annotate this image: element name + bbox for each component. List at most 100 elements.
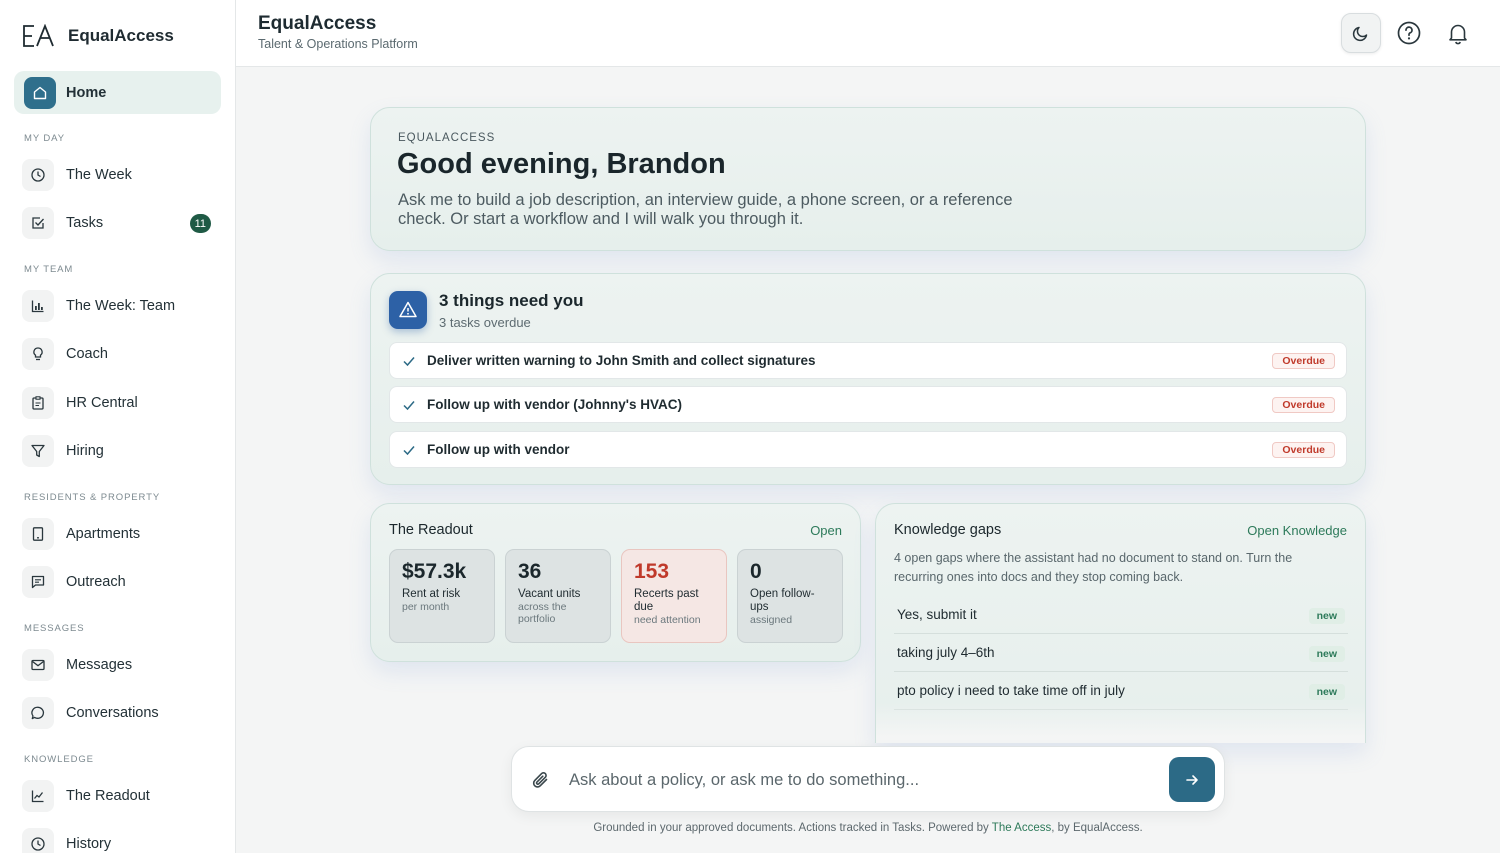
- gap-label: taking july 4–6th: [897, 645, 995, 660]
- sidebar: EqualAccess Home My Day The Week Tasks 1…: [0, 0, 236, 853]
- arrow-right-icon: [1186, 774, 1198, 785]
- check-icon: [403, 356, 415, 366]
- task-row[interactable]: Follow up with vendor (Johnny's HVAC) Ov…: [389, 386, 1347, 423]
- stat-label: Vacant units: [518, 588, 581, 600]
- sidebar-item-outreach[interactable]: Outreach: [22, 564, 217, 600]
- stat-tile-recerts-past-due[interactable]: 153 Recerts past due need attention: [621, 549, 727, 643]
- readout-title: The Readout: [389, 522, 473, 538]
- sidebar-item-hiring[interactable]: Hiring: [22, 433, 217, 469]
- sidebar-item-label: History: [66, 836, 112, 852]
- stat-tile-rent-at-risk[interactable]: $57.3k Rent at risk per month: [389, 549, 495, 643]
- readout-card: The Readout Open $57.3k Rent at risk per…: [370, 503, 861, 662]
- sidebar-item-conversations[interactable]: Conversations: [22, 695, 217, 731]
- help-button[interactable]: [1389, 13, 1429, 53]
- sidebar-item-label: Coach: [66, 346, 108, 362]
- gap-label: pto policy i need to take time off in ju…: [897, 683, 1125, 698]
- stat-value: $57.3k: [402, 560, 467, 583]
- sidebar-item-label: Apartments: [66, 526, 141, 542]
- welcome-description: Ask me to build a job description, an in…: [398, 191, 1013, 228]
- task-row[interactable]: Deliver written warning to John Smith an…: [389, 342, 1347, 379]
- ea-logo-icon: [23, 24, 54, 47]
- stat-sublabel: need attention: [634, 614, 701, 626]
- checkbox-icon: [22, 207, 54, 239]
- theme-toggle-button[interactable]: [1341, 13, 1381, 53]
- filter-icon: [22, 435, 54, 467]
- readout-open-link[interactable]: Open: [810, 523, 842, 538]
- lightbulb-icon: [22, 338, 54, 370]
- bell-icon: [1449, 24, 1467, 45]
- home-icon: [24, 76, 56, 109]
- knowledge-title: Knowledge gaps: [894, 522, 1002, 538]
- sidebar-item-home[interactable]: Home: [14, 71, 221, 114]
- moon-icon: [1352, 26, 1368, 42]
- task-label: Deliver written warning to John Smith an…: [427, 353, 816, 368]
- stat-value: 36: [518, 560, 542, 583]
- mail-icon: [22, 649, 54, 681]
- new-badge: new: [1308, 684, 1345, 700]
- page-title: EqualAccess: [258, 13, 377, 34]
- knowledge-gap-item[interactable]: Yes, submit it new: [894, 596, 1348, 634]
- section-heading-residents-property: Residents & Property: [24, 492, 161, 503]
- stat-value: 0: [750, 560, 762, 583]
- footer-text: , by EqualAccess.: [1051, 822, 1143, 834]
- sidebar-item-coach[interactable]: Coach: [22, 336, 217, 372]
- stat-label: Rent at risk: [402, 588, 461, 600]
- brand[interactable]: EqualAccess: [22, 22, 174, 50]
- paperclip-icon: [532, 772, 548, 788]
- send-button[interactable]: [1169, 757, 1215, 802]
- scroll-fade: [876, 703, 1365, 743]
- sidebar-item-label: Outreach: [66, 574, 126, 590]
- section-heading-messages: Messages: [24, 623, 85, 634]
- task-label: Follow up with vendor (Johnny's HVAC): [427, 397, 682, 412]
- sidebar-item-history[interactable]: History: [22, 826, 217, 853]
- sidebar-item-label: Hiring: [66, 443, 104, 459]
- section-heading-knowledge: Knowledge: [24, 754, 94, 765]
- footer-brand-link[interactable]: The Access: [992, 822, 1051, 834]
- overdue-badge: Overdue: [1272, 353, 1335, 369]
- overdue-badge: Overdue: [1272, 442, 1335, 458]
- page-subtitle: Talent & Operations Platform: [258, 37, 418, 51]
- assistant-input[interactable]: [569, 765, 1149, 795]
- tablet-icon: [22, 518, 54, 550]
- knowledge-gap-item[interactable]: taking july 4–6th new: [894, 634, 1348, 672]
- notifications-button[interactable]: [1438, 13, 1478, 53]
- needs-subtitle: 3 tasks overdue: [439, 315, 531, 330]
- sidebar-item-label: The Week: Team: [66, 298, 176, 314]
- message-square-icon: [22, 566, 54, 598]
- top-bar: EqualAccess Talent & Operations Platform: [236, 0, 1500, 67]
- clock-icon: [22, 828, 54, 853]
- stat-sublabel: per month: [402, 601, 450, 613]
- sidebar-item-the-week[interactable]: The Week: [22, 157, 217, 193]
- new-badge: new: [1308, 646, 1345, 662]
- section-heading-my-day: My Day: [24, 133, 65, 144]
- footer-note: Grounded in your approved documents. Act…: [511, 822, 1225, 834]
- welcome-card: EQUALACCESS Good evening, Brandon Ask me…: [370, 107, 1366, 251]
- sidebar-item-label: Home: [66, 84, 107, 101]
- help-icon: [1397, 21, 1421, 45]
- stat-value: 153: [634, 560, 670, 583]
- stat-label: Recerts past due: [634, 588, 699, 613]
- sidebar-item-hr-central[interactable]: HR Central: [22, 385, 217, 421]
- stat-tile-vacant-units[interactable]: 36 Vacant units across the portfolio: [505, 549, 611, 643]
- new-badge: new: [1308, 608, 1345, 624]
- stat-sublabel: across the portfolio: [518, 601, 567, 625]
- task-row[interactable]: Follow up with vendor Overdue: [389, 431, 1347, 468]
- sidebar-item-tasks[interactable]: Tasks 11: [22, 205, 217, 241]
- sidebar-item-label: HR Central: [66, 395, 138, 411]
- gap-label: Yes, submit it: [897, 607, 977, 622]
- warning-icon: [389, 291, 427, 329]
- sidebar-item-label: Tasks: [66, 215, 104, 231]
- brand-name: EqualAccess: [68, 26, 174, 45]
- attach-button[interactable]: [530, 769, 552, 791]
- knowledge-gaps-card: Knowledge gaps Open Knowledge 4 open gap…: [875, 503, 1366, 743]
- sidebar-item-the-week-team[interactable]: The Week: Team: [22, 288, 217, 324]
- sidebar-item-label: The Readout: [66, 788, 150, 804]
- sidebar-item-the-readout[interactable]: The Readout: [22, 778, 217, 814]
- sidebar-item-apartments[interactable]: Apartments: [22, 516, 217, 552]
- sidebar-item-label: Messages: [66, 657, 133, 673]
- stat-tile-open-follow-ups[interactable]: 0 Open follow-ups assigned: [737, 549, 843, 643]
- stat-label: Open follow-ups: [750, 588, 815, 613]
- check-icon: [403, 400, 415, 410]
- sidebar-item-messages[interactable]: Messages: [22, 647, 217, 683]
- open-knowledge-link[interactable]: Open Knowledge: [1247, 523, 1347, 538]
